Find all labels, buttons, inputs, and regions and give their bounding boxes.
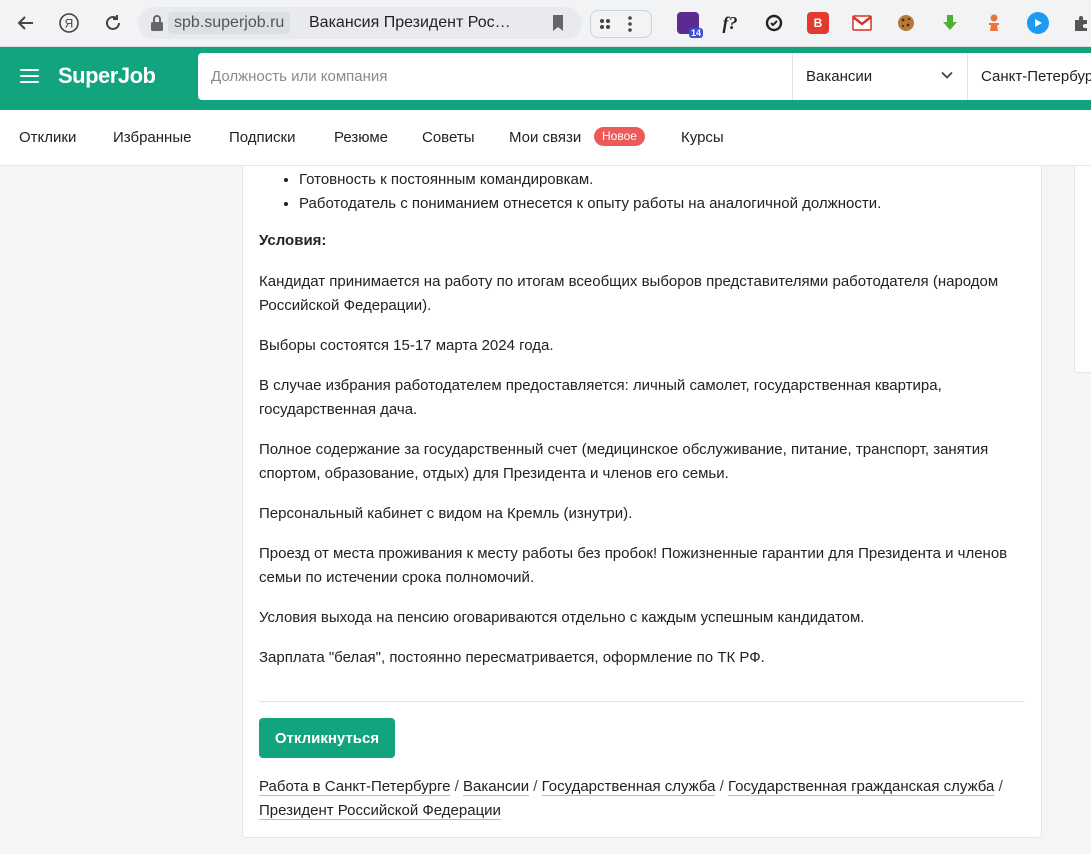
nav-resume[interactable]: Резюме [334, 129, 388, 146]
superjob-logo[interactable]: SuperJob [58, 63, 156, 89]
divider [967, 53, 968, 100]
nav-tips[interactable]: Советы [422, 129, 474, 146]
b-extension-icon[interactable]: B [807, 12, 829, 34]
city-selector[interactable]: Санкт-Петербург [981, 53, 1091, 100]
nav-my-connections[interactable]: Мои связи [509, 129, 581, 146]
nav-subscriptions[interactable]: Подписки [229, 129, 296, 146]
nav-responses[interactable]: Отклики [19, 129, 76, 146]
breadcrumb: Работа в Санкт-Петербурге / Вакансии / Г… [259, 778, 1003, 820]
paragraph: Условия выхода на пенсию оговариваются о… [259, 609, 865, 626]
list-item: Работодатель с пониманием отнесется к оп… [299, 192, 881, 216]
more-icon [628, 16, 632, 32]
gmail-icon[interactable] [851, 12, 873, 34]
yandex-icon[interactable]: Я [56, 10, 82, 36]
extensions-menu-button[interactable] [590, 10, 652, 38]
paragraph: Кандидат принимается на работу по итогам… [259, 273, 999, 314]
grid-icon [600, 19, 610, 29]
paragraph: Выборы состоятся 15-17 марта 2024 года. [259, 337, 554, 354]
chess-piece-icon[interactable] [983, 12, 1005, 34]
secondary-nav: Отклики Избранные Подписки Резюме Советы… [0, 110, 1091, 166]
svg-text:Я: Я [65, 17, 74, 31]
cookie-icon[interactable] [895, 12, 917, 34]
search-type-label: Вакансии [806, 68, 873, 85]
search-bar: Вакансии Санкт-Петербург [198, 53, 1091, 100]
bookmark-icon[interactable] [551, 14, 565, 32]
site-header: SuperJob Вакансии Санкт-Петербург [0, 47, 1091, 110]
refresh-extension-icon[interactable] [763, 12, 785, 34]
download-arrow-icon[interactable] [939, 12, 961, 34]
conditions-heading: Условия: [259, 232, 327, 249]
breadcrumb-link[interactable]: Государственная гражданская служба [727, 778, 995, 796]
paragraph: Полное содержание за государственный сче… [259, 441, 989, 482]
breadcrumb-link[interactable]: Президент Российской Федерации [259, 802, 501, 820]
browser-toolbar: Я spb.superjob.ru Вакансия Президент Рос… [0, 0, 1091, 47]
puzzle-icon[interactable] [1071, 12, 1091, 34]
nav-favorites[interactable]: Избранные [113, 129, 191, 146]
search-type-select[interactable]: Вакансии [793, 53, 967, 100]
paragraph: Зарплата "белая", постоянно пересматрива… [259, 649, 765, 666]
list-item: Готовность к постоянным командировкам. [299, 168, 881, 192]
menu-icon[interactable] [20, 69, 39, 83]
media-extension-icon[interactable] [1027, 12, 1049, 34]
vacancy-description: Готовность к постоянным командировкам. Р… [242, 166, 1042, 838]
reload-icon[interactable] [100, 10, 126, 36]
requirements-list: Готовность к постоянным командировкам. Р… [299, 168, 881, 216]
side-panel [1074, 166, 1091, 373]
paragraph: Проезд от места проживания к месту работ… [259, 545, 1008, 586]
breadcrumb-link[interactable]: Государственная служба [541, 778, 716, 796]
paragraph: Персональный кабинет с видом на Кремль (… [259, 505, 633, 522]
breadcrumb-link[interactable]: Работа в Санкт-Петербурге [259, 778, 451, 796]
graduation-cap-extension-icon[interactable]: 14 [677, 12, 703, 38]
paragraph: В случае избрания работодателем предоста… [259, 377, 942, 418]
divider [259, 701, 1025, 702]
breadcrumb-link[interactable]: Вакансии [462, 778, 530, 796]
nav-courses[interactable]: Курсы [681, 129, 724, 146]
new-badge: Новое [594, 127, 645, 146]
url-host[interactable]: spb.superjob.ru [168, 12, 291, 34]
lock-icon [151, 15, 163, 31]
search-input[interactable] [198, 53, 792, 100]
back-icon[interactable] [13, 10, 39, 36]
apply-button[interactable]: Откликнуться [259, 718, 395, 758]
chevron-down-icon [941, 71, 953, 79]
tab-title: Вакансия Президент Рос… [309, 14, 511, 31]
function-extension-icon[interactable]: f? [719, 12, 741, 34]
